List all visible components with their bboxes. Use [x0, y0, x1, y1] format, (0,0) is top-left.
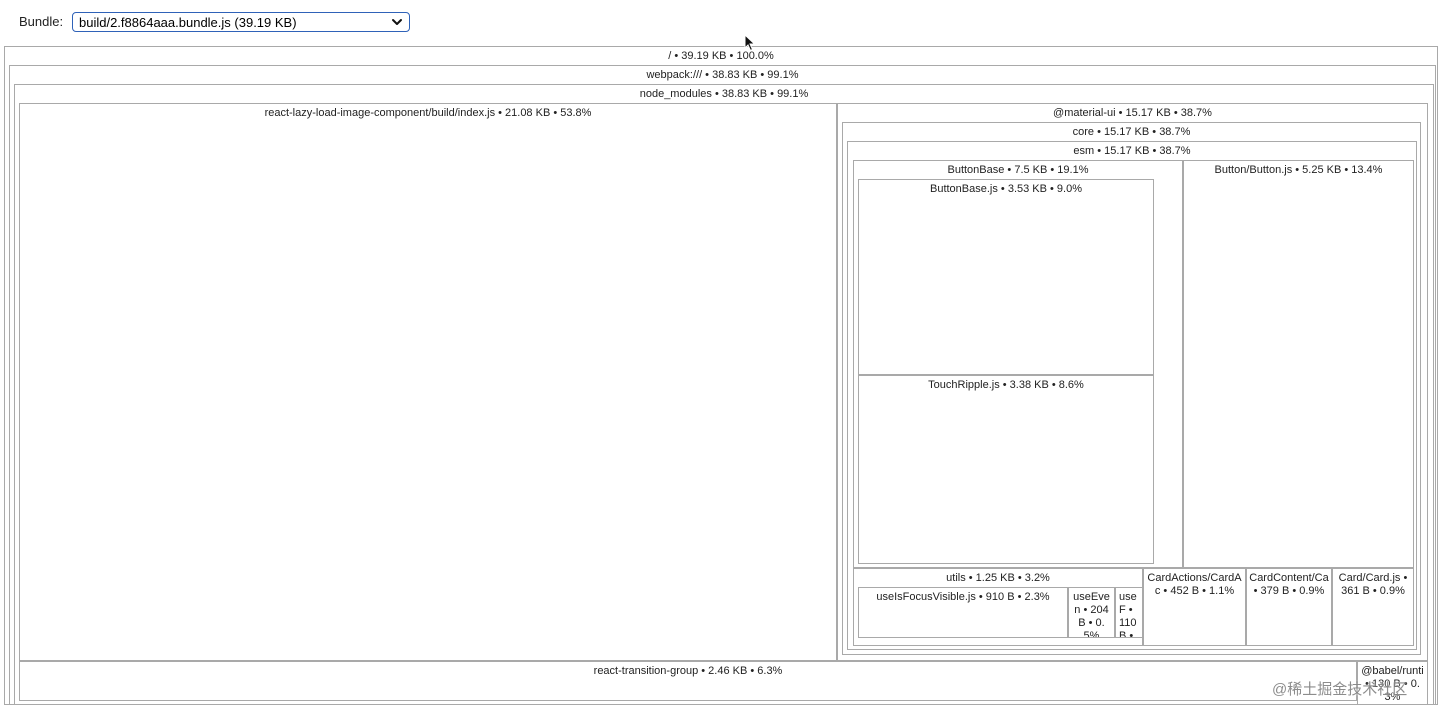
- node-label: esm • 15.17 KB • 38.7%: [1073, 145, 1191, 157]
- node-label: @material-ui • 15.17 KB • 38.7%: [1053, 107, 1212, 119]
- node-label: / • 39.19 KB • 100.0%: [668, 50, 774, 62]
- treemap-node-card-content[interactable]: CardContent/Ca • 379 B • 0.9%: [1246, 568, 1332, 646]
- bundle-select-value: build/2.f8864aaa.bundle.js (39.19 KB): [79, 14, 297, 30]
- treemap-node-react-transition-group[interactable]: react-transition-group • 2.46 KB • 6.3%: [19, 661, 1357, 701]
- treemap-node-button-button[interactable]: Button/Button.js • 5.25 KB • 13.4%: [1183, 160, 1414, 568]
- node-label: core • 15.17 KB • 38.7%: [1072, 126, 1191, 138]
- treemap-node-touchripple-js[interactable]: TouchRipple.js • 3.38 KB • 8.6%: [858, 375, 1154, 564]
- node-label: utils • 1.25 KB • 3.2%: [946, 572, 1050, 584]
- toolbar: Bundle: build/2.f8864aaa.bundle.js (39.1…: [0, 0, 1440, 46]
- node-label: useEven • 204 B • 0.5%: [1073, 591, 1110, 638]
- treemap-node-use-f[interactable]: useF • 110 B •: [1115, 587, 1143, 638]
- treemap-node-card-card[interactable]: Card/Card.js • 361 B • 0.9%: [1332, 568, 1414, 646]
- node-label: Card/Card.js • 361 B • 0.9%: [1338, 572, 1408, 597]
- treemap: / • 39.19 KB • 100.0% webpack:/// • 38.8…: [0, 0, 1440, 705]
- node-label: react-lazy-load-image-component/build/in…: [264, 107, 592, 119]
- node-label: ButtonBase.js • 3.53 KB • 9.0%: [929, 183, 1082, 195]
- node-label: Button/Button.js • 5.25 KB • 13.4%: [1214, 164, 1383, 176]
- treemap-node-card-actions[interactable]: CardActions/CardAc • 452 B • 1.1%: [1143, 568, 1246, 646]
- node-label: ButtonBase • 7.5 KB • 19.1%: [947, 164, 1089, 176]
- treemap-node-use-event[interactable]: useEven • 204 B • 0.5%: [1068, 587, 1115, 638]
- node-label: useF • 110 B •: [1119, 591, 1137, 638]
- node-label: CardActions/CardAc • 452 B • 1.1%: [1147, 572, 1242, 597]
- node-label: CardContent/Ca • 379 B • 0.9%: [1249, 572, 1329, 597]
- node-label: TouchRipple.js • 3.38 KB • 8.6%: [928, 379, 1084, 391]
- watermark: @稀土掘金技术社区: [1272, 681, 1408, 698]
- node-label: react-transition-group • 2.46 KB • 6.3%: [593, 665, 783, 677]
- node-label: useIsFocusVisible.js • 910 B • 2.3%: [876, 591, 1050, 603]
- mouse-cursor-icon: [744, 34, 756, 52]
- node-label: node_modules • 38.83 KB • 99.1%: [639, 88, 809, 100]
- treemap-node-buttonbase-js[interactable]: ButtonBase.js • 3.53 KB • 9.0%: [858, 179, 1154, 375]
- treemap-node-use-is-focus-visible[interactable]: useIsFocusVisible.js • 910 B • 2.3%: [858, 587, 1068, 638]
- chevron-down-icon: [392, 19, 402, 25]
- node-label: webpack:/// • 38.83 KB • 99.1%: [646, 69, 799, 81]
- bundle-label: Bundle:: [19, 14, 64, 29]
- bundle-select[interactable]: build/2.f8864aaa.bundle.js (39.19 KB): [72, 12, 410, 32]
- treemap-node-react-lazy-load[interactable]: react-lazy-load-image-component/build/in…: [19, 103, 837, 661]
